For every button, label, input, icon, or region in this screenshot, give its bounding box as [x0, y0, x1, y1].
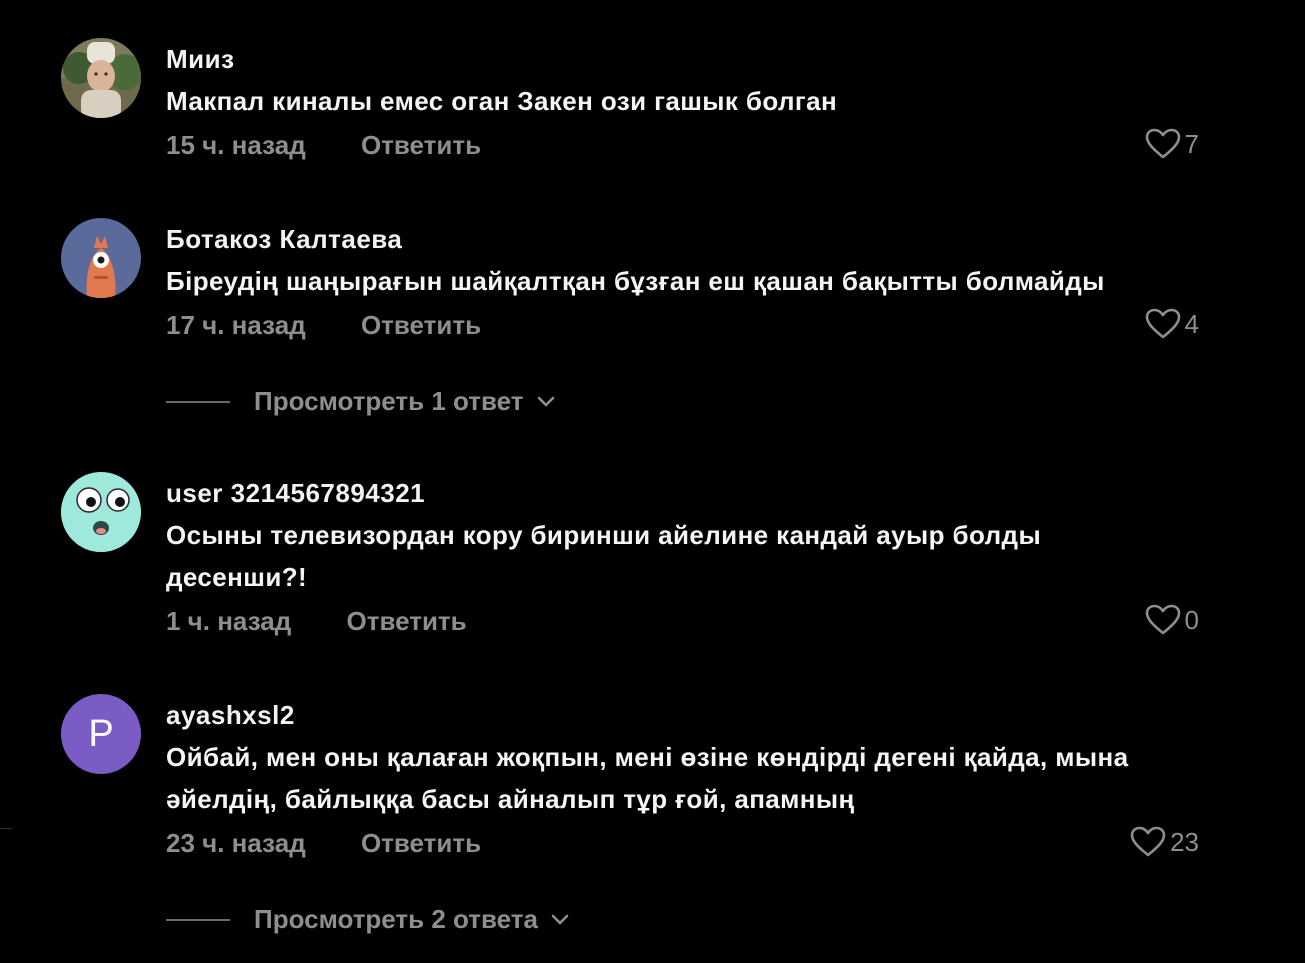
reply-button[interactable]: Ответить [361, 130, 481, 161]
view-replies-label: Просмотреть 2 ответа [254, 904, 538, 934]
comment-username[interactable]: Ботакоз Калтаева [166, 224, 402, 255]
comment-time: 23 ч. назад [166, 828, 306, 858]
comment-text: Ойбай, мен оны қалаған жоқпын, мені өзін… [166, 742, 1129, 814]
comment-username[interactable]: ayashxsl2 [166, 700, 295, 731]
avatar-letter: P [88, 712, 114, 755]
comment-time: 15 ч. назад [166, 130, 306, 160]
cartoon-avatar[interactable] [61, 218, 141, 298]
comment-text: Макпал киналы емес оган Закен ози гашык … [166, 86, 838, 116]
like-button[interactable]: 0 [1145, 604, 1199, 636]
comment-username[interactable]: Мииз [166, 44, 235, 75]
comment-time: 17 ч. назад [166, 310, 306, 340]
photo-avatar[interactable] [61, 38, 141, 118]
like-button[interactable]: 4 [1145, 308, 1199, 340]
heart-icon [1145, 604, 1180, 635]
comment-meta: 15 ч. назад Ответить [166, 130, 481, 161]
heart-icon [1130, 826, 1166, 857]
reply-button[interactable]: Ответить [361, 310, 481, 341]
edge-divider [0, 828, 12, 829]
like-count: 23 [1170, 826, 1199, 857]
like-count: 7 [1184, 128, 1199, 159]
comment-meta: 17 ч. назад Ответить [166, 310, 481, 341]
letter-avatar[interactable]: P [61, 694, 141, 774]
like-button[interactable]: 23 [1130, 826, 1199, 858]
googly-eyes-avatar[interactable] [61, 472, 141, 552]
heart-icon [1145, 308, 1180, 339]
like-button[interactable]: 7 [1145, 128, 1199, 160]
view-replies-button[interactable]: Просмотреть 2 ответа [166, 904, 570, 935]
view-replies-button[interactable]: Просмотреть 1 ответ [166, 386, 556, 417]
view-replies-label: Просмотреть 1 ответ [254, 386, 524, 416]
reply-button[interactable]: Ответить [361, 828, 481, 859]
comment-text: Біреудің шаңырағын шайқалтқан бұзған еш … [166, 266, 1105, 296]
comment-username[interactable]: user 3214567894321 [166, 478, 425, 509]
like-count: 4 [1184, 308, 1199, 339]
comment-meta: 1 ч. назад Ответить [166, 606, 467, 637]
replies-divider-line [166, 400, 230, 403]
chevron-down-icon [551, 914, 569, 924]
like-count: 0 [1184, 604, 1199, 635]
chevron-down-icon [537, 396, 554, 406]
heart-icon [1145, 128, 1180, 159]
replies-divider-line [166, 918, 230, 921]
comment-text: Осыны телевизордан кору биринши айелине … [166, 520, 1042, 592]
reply-button[interactable]: Ответить [347, 606, 467, 637]
comment-time: 1 ч. назад [166, 606, 292, 636]
comment-meta: 23 ч. назад Ответить [166, 828, 481, 859]
